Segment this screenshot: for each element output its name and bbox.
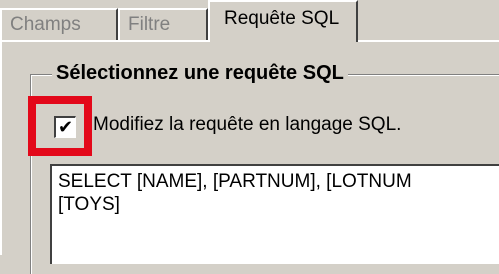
tab-filtre[interactable]: Filtre [118, 8, 208, 40]
panel-edge [0, 40, 2, 255]
checkbox-highlight-box [28, 96, 92, 156]
sql-query-textarea[interactable]: SELECT [NAME], [PARTNUM], [LOTNUM [TOYS] [50, 164, 499, 264]
modify-sql-label[interactable]: Modifiez la requête en langage SQL. [93, 112, 401, 138]
group-title: Sélectionnez une requête SQL [52, 60, 348, 86]
tab-requete-sql[interactable]: Requête SQL [208, 0, 358, 42]
tab-champs[interactable]: Champs [0, 8, 118, 40]
tab-strip: Champs Filtre Requête SQL [0, 0, 499, 42]
